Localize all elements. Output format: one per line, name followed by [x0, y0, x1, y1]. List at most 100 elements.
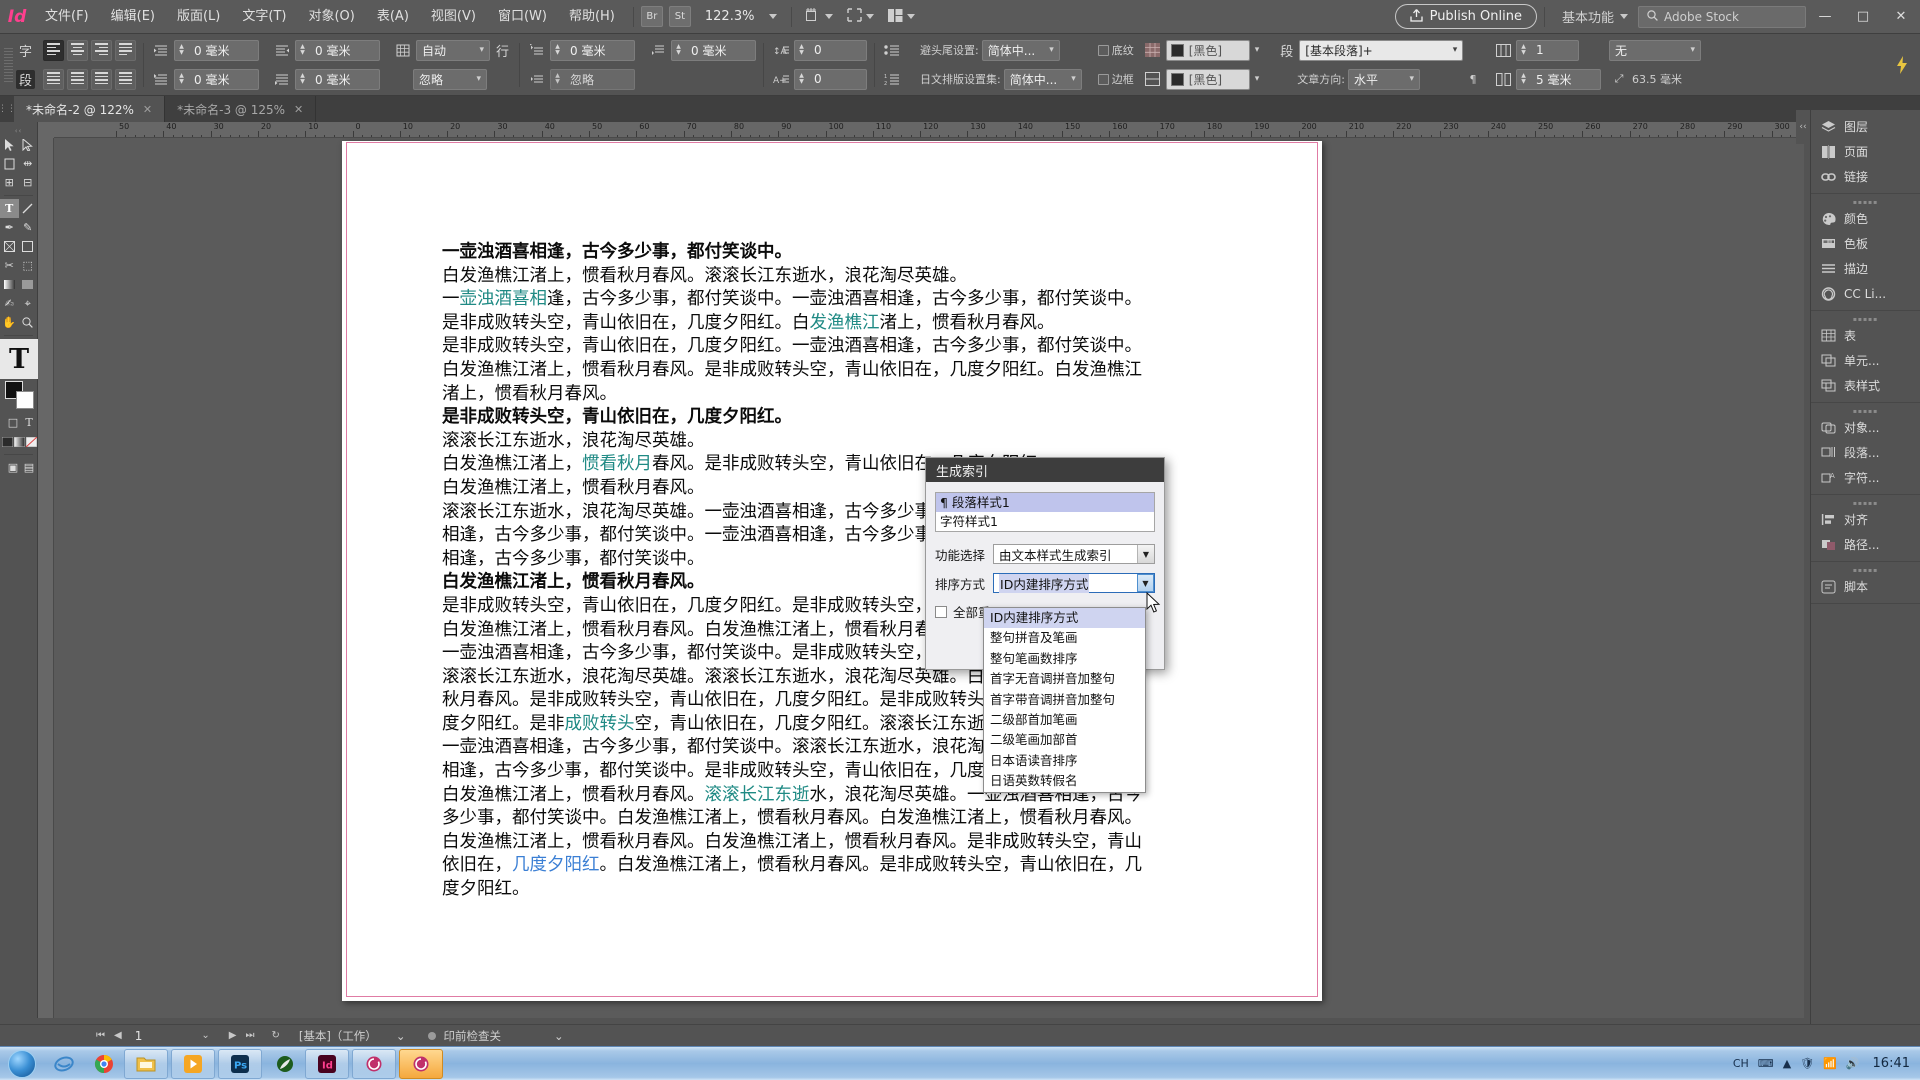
master-dropdown-icon[interactable]: ⌄ [396, 1029, 406, 1043]
screen-mode-button[interactable] [840, 4, 881, 30]
adobe-stock-search[interactable]: Adobe Stock [1638, 5, 1806, 28]
close-icon[interactable]: ✕ [143, 103, 152, 116]
tool-gap-icon[interactable]: ⇹ [19, 154, 38, 173]
dock-group-grip[interactable]: ▪▪▪▪▪ [1811, 198, 1920, 206]
align-toward-spine-button[interactable] [115, 68, 137, 90]
space-before-stepper[interactable]: ▲ ▼ [551, 44, 564, 56]
preflight-label[interactable]: 印前检查关 [443, 1028, 501, 1044]
bulleted-list-icon[interactable] [882, 40, 902, 60]
taskbar-app-orange-button[interactable] [399, 1048, 443, 1079]
last-page-button[interactable]: ⏭ [245, 1030, 254, 1041]
horizontal-ruler[interactable]: 50 40 30 20 10 0 10 20 30 40 50 60 70 80 90 100 110 120 13… [54, 122, 1804, 138]
dock-item-色板[interactable]: 色板 [1811, 231, 1920, 256]
tray-shield-icon[interactable]: 🛡 [1800, 1057, 1814, 1070]
left-indent-stepper[interactable]: ▲ ▼ [175, 44, 188, 56]
preview-mode-icon[interactable]: ▤ [21, 458, 37, 477]
style-list[interactable]: ¶ 段落样式1 字符样式1 [935, 492, 1155, 532]
tool-content-placer-icon[interactable]: ⊟ [19, 173, 38, 192]
rebuild-all-checkbox[interactable] [935, 605, 947, 618]
previous-page-button[interactable]: ◀ [114, 1030, 122, 1041]
sort-dropdown-item[interactable]: 整句拼音及笔画 [984, 628, 1145, 648]
taskbar-chrome-icon[interactable] [84, 1049, 124, 1079]
sort-dropdown-item[interactable]: 首字带音调拼音加整句 [984, 690, 1145, 710]
sort-dropdown-item[interactable]: 日本语读音排序 [984, 751, 1145, 771]
column-count-field[interactable]: ▲ ▼ 1 [1516, 39, 1579, 61]
taskbar-indesign-button[interactable]: Id [305, 1048, 349, 1079]
vertical-ruler[interactable] [38, 138, 54, 1018]
page-dropdown-icon[interactable]: ⌄ [201, 1030, 209, 1041]
shading-checkbox[interactable] [1097, 44, 1109, 56]
dock-item-链接[interactable]: 链接 [1811, 164, 1920, 189]
tool-eyedropper-icon[interactable]: ⌖ [19, 294, 38, 313]
taskbar-clock[interactable]: 16:41 [1869, 1056, 1910, 1071]
minimize-button[interactable]: — [1806, 0, 1844, 34]
dock-item-页面[interactable]: 页面 [1811, 139, 1920, 164]
dock-item-单元[interactable]: 单元... [1811, 348, 1920, 373]
menu-table[interactable]: 表(A) [366, 0, 420, 34]
dock-item-图层[interactable]: 图层 [1811, 114, 1920, 139]
document-line[interactable]: 是非成败转头空，青山依旧在，几度夕阳红。一壶浊酒喜相逢，古今多少事，都付笑谈中。 [442, 335, 1232, 359]
document-line[interactable]: 一壶浊酒喜相逢，古今多少事，都付笑谈中。一壶浊酒喜相逢，古今多少事，都付笑谈中。 [442, 288, 1232, 312]
taskbar-ie-icon[interactable] [44, 1049, 84, 1079]
tool-scissors-icon[interactable]: ✂ [0, 256, 19, 275]
formatting-affects-text-icon[interactable]: T [0, 339, 38, 379]
justify-all-button[interactable] [91, 68, 113, 90]
container-formatting-icon[interactable]: □ [5, 413, 21, 432]
space-after-stepper[interactable]: ▲ ▼ [672, 44, 685, 56]
numbered-list-icon[interactable]: 12 [882, 69, 902, 89]
menu-type[interactable]: 文字(T) [231, 0, 297, 34]
dock-group-grip[interactable]: ▪▪▪▪▪ [1811, 499, 1920, 507]
dock-group-grip[interactable]: ▪▪▪▪▪ [1811, 407, 1920, 415]
tool-pencil-icon[interactable]: ✎ [19, 218, 38, 237]
tray-network-icon[interactable]: 📶 [1823, 1057, 1837, 1070]
function-select[interactable]: 由文本样式生成索引 ▼ [993, 544, 1155, 564]
document-line[interactable]: 渚上，惯看秋月春风。 [442, 383, 1232, 407]
dock-item-段落[interactable]: 段落... [1811, 440, 1920, 465]
space-before-field[interactable]: ▲ ▼ 0 毫米 [550, 39, 636, 61]
normal-view-mode-icon[interactable]: ▣ [5, 458, 21, 477]
border-checkbox[interactable] [1097, 73, 1109, 85]
taskbar-app-pink-button[interactable] [352, 1048, 396, 1079]
dock-expand-button[interactable]: ‹‹ [1796, 110, 1810, 144]
dock-item-路径[interactable]: 路径... [1811, 532, 1920, 557]
right-indent-stepper[interactable]: ▲ ▼ [296, 44, 309, 56]
tool-rectangle-frame-icon[interactable] [0, 237, 19, 256]
sort-dropdown-list[interactable]: ID内建排序方式 整句拼音及笔画 整句笔画数排序 首字无音调拼音加整句 首字带音调拼音加… [983, 607, 1146, 793]
menu-edit[interactable]: 编辑(E) [100, 0, 166, 34]
dock-item-CC Li[interactable]: CC Li... [1811, 281, 1920, 306]
zoom-level[interactable]: 122.3% [697, 9, 763, 24]
sort-dropdown-item[interactable]: 二级笔画加部首 [984, 730, 1145, 750]
gutter-field[interactable]: ▲ ▼ 5 毫米 [1516, 68, 1601, 90]
tool-zoom-icon[interactable] [19, 313, 38, 332]
close-button[interactable]: ✕ [1882, 0, 1920, 34]
view-options-button[interactable] [799, 4, 840, 30]
apply-color-icon[interactable] [2, 432, 14, 451]
publish-online-button[interactable]: Publish Online [1394, 4, 1537, 29]
document-line[interactable]: 多少事，都付笑谈中。白发渔樵江渚上，惯看秋月春风。白发渔樵江渚上，惯看秋月春风。 [442, 807, 1232, 831]
dock-item-描边[interactable]: 描边 [1811, 256, 1920, 281]
zoom-dropdown[interactable] [762, 4, 784, 30]
maximize-button[interactable]: □ [1844, 0, 1882, 34]
last-line-indent-stepper[interactable]: ▲ ▼ [296, 73, 309, 85]
page-number-field[interactable]: 1 [131, 1029, 147, 1043]
gutter-stepper[interactable]: ▲ ▼ [1517, 73, 1530, 85]
document-line[interactable]: 一壶浊酒喜相逢，古今多少事，都付笑谈中。 [442, 241, 1232, 265]
stock-button[interactable]: St [668, 6, 691, 27]
chevron-down-icon[interactable]: ▾ [1255, 74, 1260, 84]
document-line[interactable]: 白发渔樵江渚上，惯看秋月春风。是非成败转头空，青山依旧在，几度夕阳红。白发渔樵江 [442, 359, 1232, 383]
sort-select[interactable]: ID内建排序方式 ▼ [993, 573, 1155, 593]
space-after-field[interactable]: ▲ ▼ 0 毫米 [671, 39, 757, 61]
menu-view[interactable]: 视图(V) [420, 0, 487, 34]
dock-group-grip[interactable]: ▪▪▪▪▪ [1811, 566, 1920, 574]
first-line-indent-stepper[interactable]: ▲ ▼ [175, 73, 188, 85]
taskbar-photoshop-button[interactable]: Ps [218, 1048, 262, 1079]
sort-dropdown-item[interactable]: ID内建排序方式 [984, 608, 1145, 629]
leading-select[interactable]: 自动 ▾ [416, 39, 491, 61]
dock-item-字符[interactable]: A 字符... [1811, 465, 1920, 490]
align-center-button[interactable] [67, 39, 89, 61]
tool-page-icon[interactable] [0, 154, 19, 173]
tab-bar-grip[interactable]: ⋮⋮ [0, 96, 16, 122]
justify-last-left-button[interactable] [115, 39, 137, 61]
space-between-field[interactable]: ▲ ▼ 忽略 [550, 68, 636, 90]
document-page[interactable]: 一壶浊酒喜相逢，古今多少事，都付笑谈中。 白发渔樵江渚上，惯看秋月春风。滚滚长江东… [342, 141, 1322, 1001]
